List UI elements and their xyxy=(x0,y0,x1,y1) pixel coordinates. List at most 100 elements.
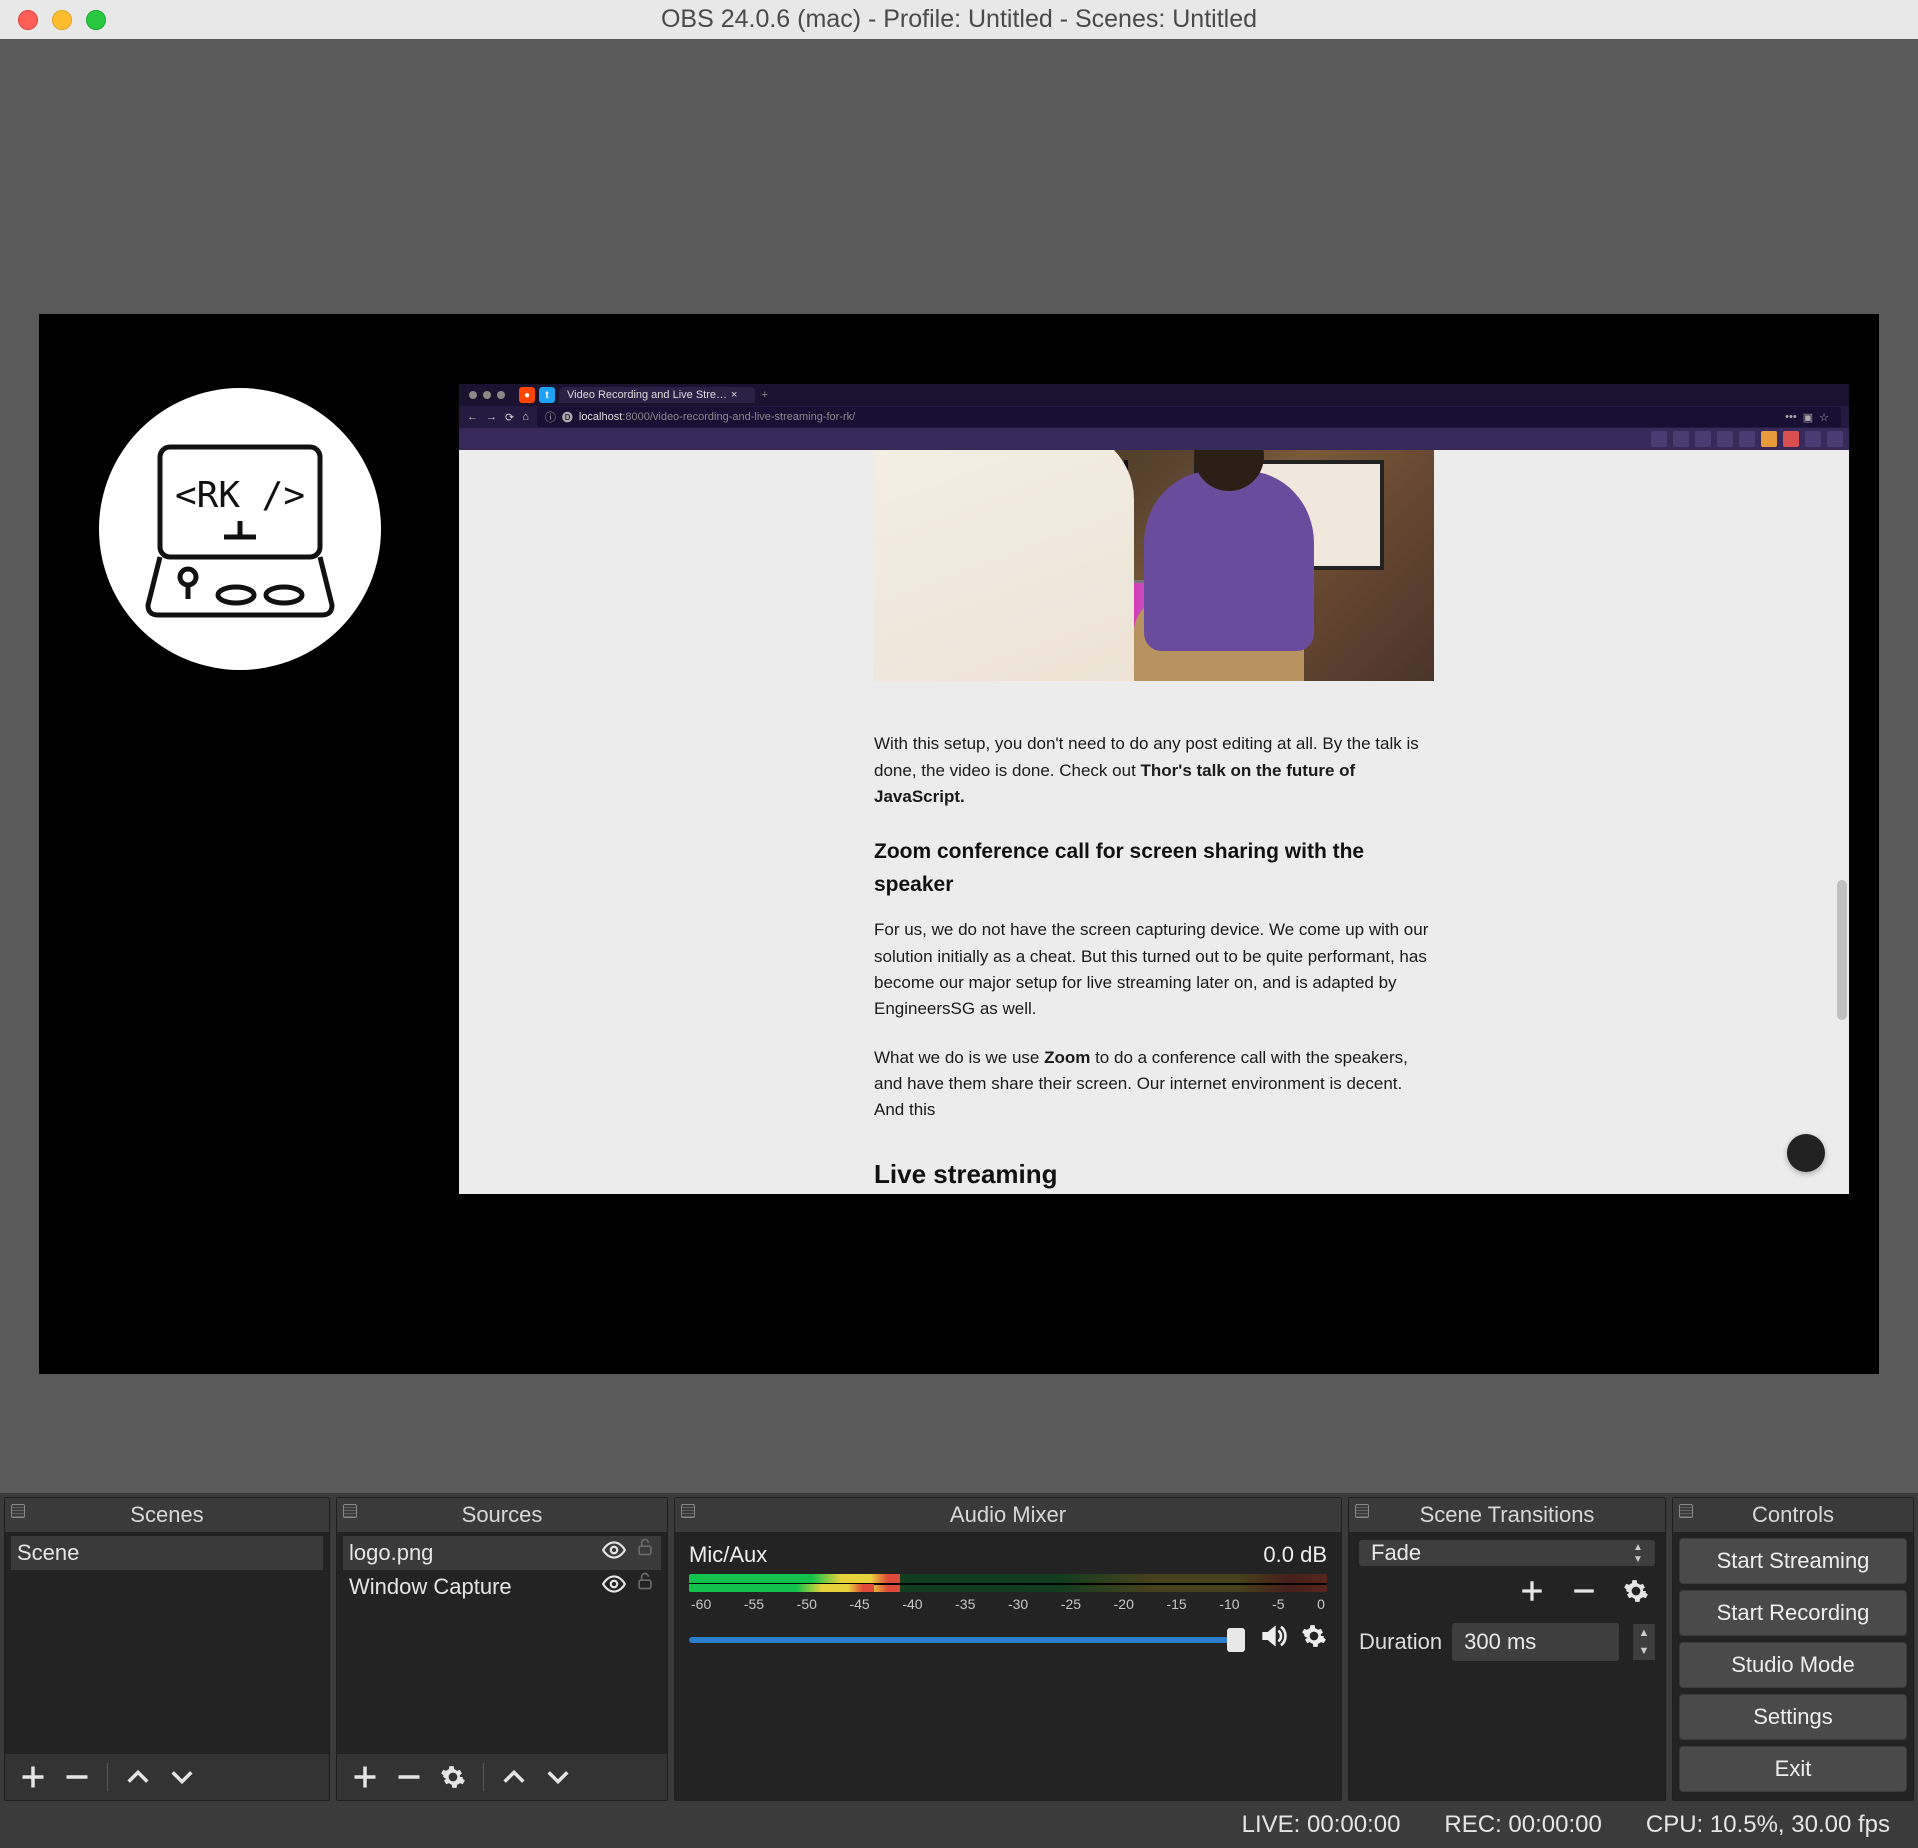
channel-level: 0.0 dB xyxy=(1263,1542,1327,1568)
mixer-channel: Mic/Aux 0.0 dB -60 -55 -50 -45 - xyxy=(675,1532,1341,1669)
duration-value: 300 ms xyxy=(1464,1629,1536,1655)
logo-source[interactable]: <RK /> xyxy=(99,388,381,670)
browser-toolbar: ← → ⟳ ⌂ ⓘ 🅓 localhost:8000/video-recordi… xyxy=(459,406,1849,428)
visibility-toggle-icon[interactable] xyxy=(601,1571,627,1603)
scenes-footer xyxy=(5,1754,329,1800)
scene-item[interactable]: Scene xyxy=(11,1536,323,1570)
channel-name: Mic/Aux xyxy=(689,1542,767,1568)
channel-settings-icon[interactable] xyxy=(1301,1623,1327,1656)
remove-transition-button[interactable] xyxy=(1571,1578,1597,1611)
titlebar: OBS 24.0.6 (mac) - Profile: Untitled - S… xyxy=(0,0,1918,39)
article-heading: Zoom conference call for screen sharing … xyxy=(874,836,1434,901)
dock-grip-icon[interactable] xyxy=(681,1504,695,1518)
window-close-button[interactable] xyxy=(18,10,38,30)
status-rec: REC: 00:00:00 xyxy=(1444,1811,1601,1839)
transition-select[interactable]: Fade ▲▼ xyxy=(1359,1540,1655,1566)
volume-slider[interactable] xyxy=(689,1637,1245,1643)
pinned-tab-icon: t xyxy=(539,387,555,403)
spin-up-icon[interactable]: ▲ xyxy=(1633,1624,1655,1642)
sources-header[interactable]: Sources xyxy=(337,1498,667,1532)
studio-mode-button[interactable]: Studio Mode xyxy=(1679,1642,1907,1688)
scenes-header[interactable]: Scenes xyxy=(5,1498,329,1532)
move-source-down-button[interactable] xyxy=(538,1759,578,1795)
spin-down-icon[interactable]: ▼ xyxy=(1633,1642,1655,1660)
window-maximize-button[interactable] xyxy=(86,10,106,30)
window-capture-source[interactable]: ● t Video Recording and Live Stre… × + ←… xyxy=(459,384,1849,1194)
start-recording-button[interactable]: Start Recording xyxy=(1679,1590,1907,1636)
start-streaming-button[interactable]: Start Streaming xyxy=(1679,1538,1907,1584)
dock-title: Sources xyxy=(462,1502,543,1528)
ext-icon xyxy=(1673,431,1689,447)
dock-title: Scenes xyxy=(130,1502,203,1528)
dock-grip-icon[interactable] xyxy=(343,1504,357,1518)
dock-grip-icon[interactable] xyxy=(11,1504,25,1518)
article-image xyxy=(874,450,1434,681)
exit-button[interactable]: Exit xyxy=(1679,1746,1907,1792)
nav-back-icon: ← xyxy=(467,411,478,423)
scenes-list[interactable]: Scene xyxy=(5,1532,329,1754)
article-paragraph: What we do is we use Zoom to do a confer… xyxy=(874,1045,1434,1124)
transition-properties-button[interactable] xyxy=(1623,1578,1649,1611)
ext-icon xyxy=(1805,431,1821,447)
dock-grip-icon[interactable] xyxy=(1679,1504,1693,1518)
ext-icon xyxy=(1695,431,1711,447)
tab-close-icon: × xyxy=(731,389,737,401)
sources-list[interactable]: logo.png Window Capture xyxy=(337,1532,667,1754)
lock-toggle-icon[interactable] xyxy=(635,1537,655,1569)
controls-header[interactable]: Controls xyxy=(1673,1498,1913,1532)
move-source-up-button[interactable] xyxy=(494,1759,534,1795)
preview-inner: <RK /> xyxy=(16,55,1902,1493)
source-item[interactable]: logo.png xyxy=(343,1536,661,1570)
transitions-header[interactable]: Scene Transitions xyxy=(1349,1498,1665,1532)
settings-button[interactable]: Settings xyxy=(1679,1694,1907,1740)
ext-icon xyxy=(1739,431,1755,447)
meter-ticks: -60 -55 -50 -45 -40 -35 -30 -25 -20 -15 … xyxy=(689,1596,1327,1612)
move-scene-down-button[interactable] xyxy=(162,1759,202,1795)
browser-menu-icon xyxy=(1827,431,1843,447)
scene-transitions-dock: Scene Transitions Fade ▲▼ Duration xyxy=(1348,1497,1666,1801)
duration-label: Duration xyxy=(1359,1629,1442,1655)
ext-icon xyxy=(1761,431,1777,447)
source-item[interactable]: Window Capture xyxy=(343,1570,661,1604)
remove-scene-button[interactable] xyxy=(57,1759,97,1795)
window-minimize-button[interactable] xyxy=(52,10,72,30)
article-paragraph: For us, we do not have the screen captur… xyxy=(874,917,1434,1022)
ext-icon xyxy=(1717,431,1733,447)
source-item-label: Window Capture xyxy=(349,1574,512,1600)
preview-canvas[interactable]: <RK /> xyxy=(39,314,1879,1374)
nav-fwd-icon: → xyxy=(486,411,497,423)
select-caret-icon: ▲▼ xyxy=(1627,1544,1649,1562)
remove-source-button[interactable] xyxy=(389,1759,429,1795)
transition-selected: Fade xyxy=(1371,1540,1421,1566)
nav-reload-icon: ⟳ xyxy=(505,411,514,424)
article-body: With this setup, you don't need to do an… xyxy=(874,731,1434,1194)
slider-thumb[interactable] xyxy=(1227,1628,1245,1652)
source-item-label: logo.png xyxy=(349,1540,433,1566)
window-title: OBS 24.0.6 (mac) - Profile: Untitled - S… xyxy=(0,5,1918,34)
browser-tabstrip: ● t Video Recording and Live Stre… × + xyxy=(459,384,1849,406)
browser-tab: Video Recording and Live Stre… × xyxy=(559,387,755,403)
source-properties-button[interactable] xyxy=(433,1759,473,1795)
move-scene-up-button[interactable] xyxy=(118,1759,158,1795)
bookmark-icon: ☆ xyxy=(1819,411,1829,424)
dock-title: Scene Transitions xyxy=(1420,1502,1595,1528)
duration-input[interactable]: 300 ms xyxy=(1452,1623,1619,1661)
audio-meter xyxy=(689,1574,1327,1592)
lock-toggle-icon[interactable] xyxy=(635,1571,655,1603)
add-scene-button[interactable] xyxy=(13,1759,53,1795)
add-source-button[interactable] xyxy=(345,1759,385,1795)
dock-grip-icon[interactable] xyxy=(1355,1504,1369,1518)
scene-item-label: Scene xyxy=(17,1540,79,1566)
reader-icon: ••• xyxy=(1785,411,1797,424)
article-heading-2: Live streaming xyxy=(874,1154,1434,1194)
svg-text:<RK />: <RK /> xyxy=(175,475,305,516)
duration-spinner[interactable]: ▲ ▼ xyxy=(1633,1624,1655,1660)
sources-footer xyxy=(337,1754,667,1800)
window-traffic-lights xyxy=(18,10,106,30)
address-bar: ⓘ 🅓 localhost:8000/video-recording-and-l… xyxy=(537,407,1841,427)
tab-title: Video Recording and Live Stre… xyxy=(567,389,727,401)
add-transition-button[interactable] xyxy=(1519,1578,1545,1611)
visibility-toggle-icon[interactable] xyxy=(601,1537,627,1569)
mixer-header[interactable]: Audio Mixer xyxy=(675,1498,1341,1532)
speaker-icon[interactable] xyxy=(1257,1620,1289,1659)
